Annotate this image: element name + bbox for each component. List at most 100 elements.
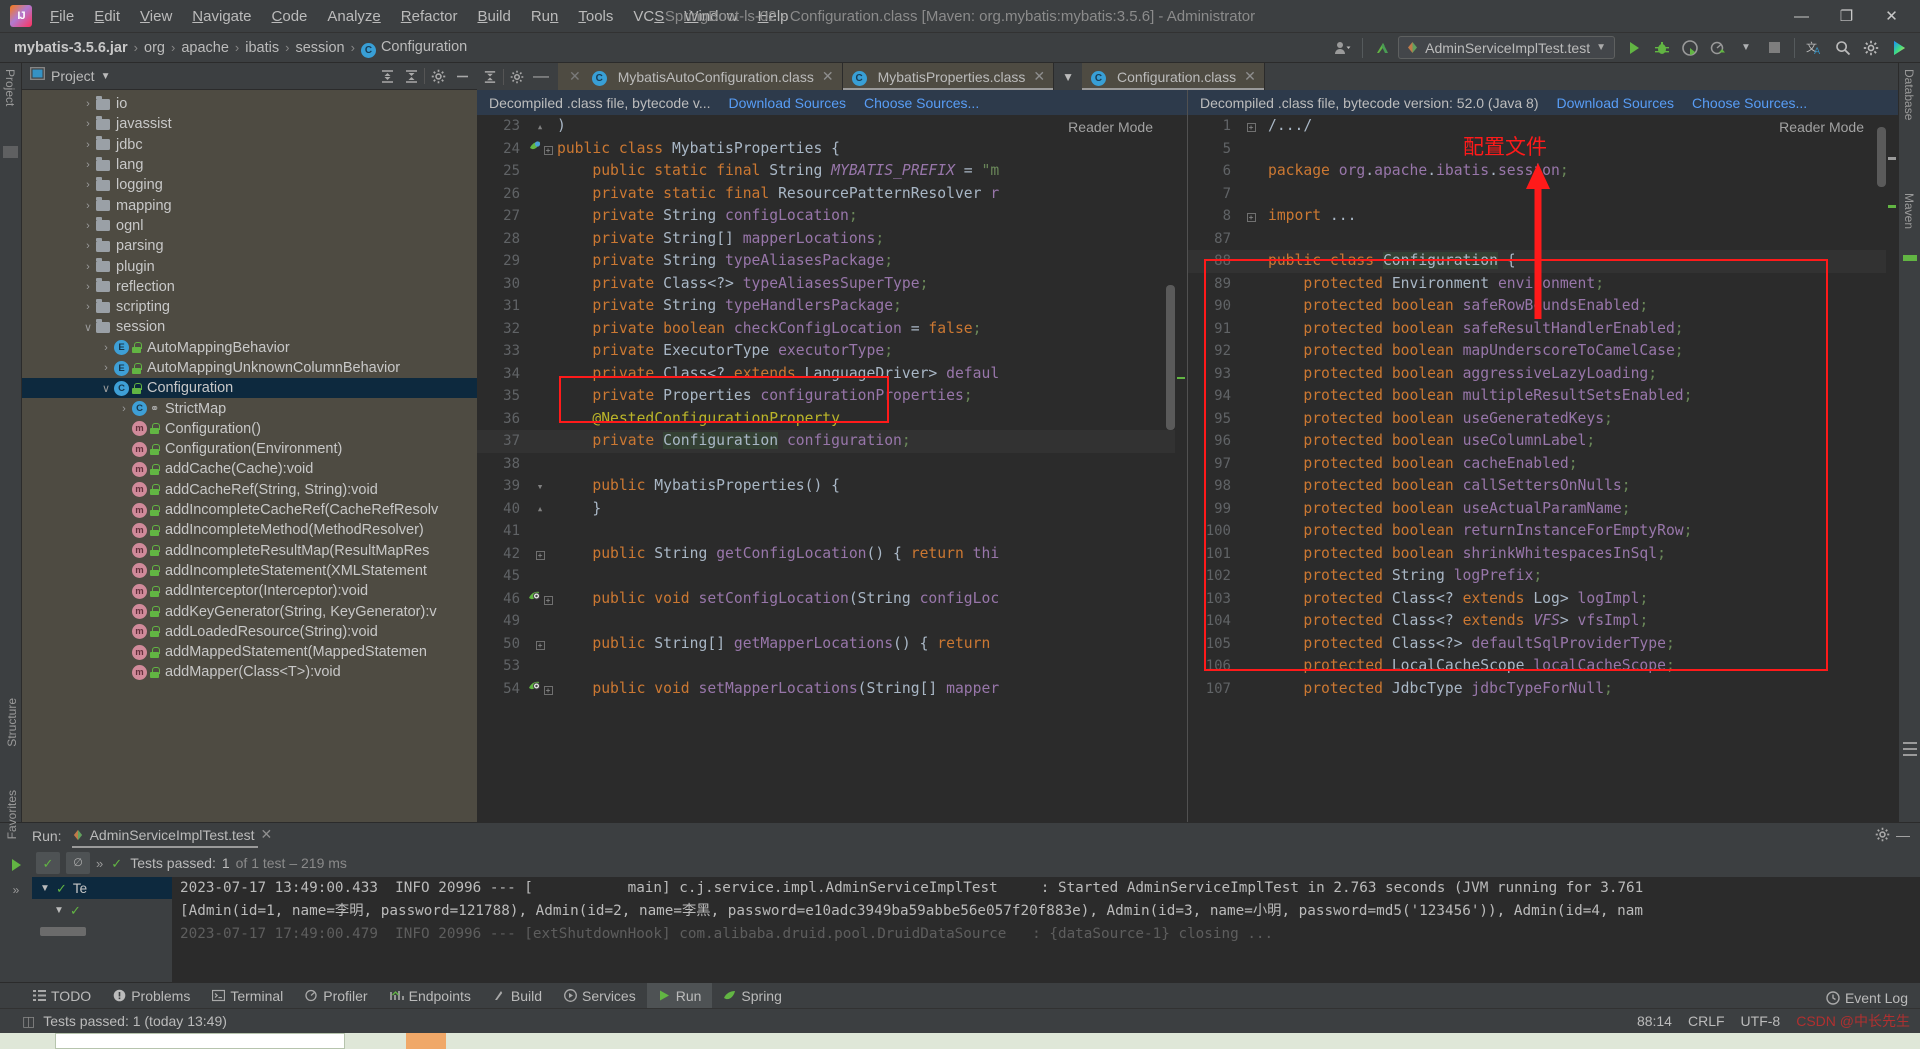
gutter-marker[interactable]: + <box>527 633 553 656</box>
menu-item-analyze[interactable]: Analyze <box>317 4 390 29</box>
scrollbar-left[interactable] <box>1166 115 1175 822</box>
gutter-marker[interactable]: + <box>1238 115 1264 138</box>
editor-tab-bar[interactable]: — ✕ C MybatisAutoConfiguration.class ✕ C… <box>477 63 1898 90</box>
code-line[interactable]: 41 <box>477 520 1187 543</box>
menu-item-run[interactable]: Run <box>521 4 569 29</box>
expand-arrow-icon[interactable]: › <box>80 159 96 171</box>
code-line[interactable]: 53 <box>477 655 1187 678</box>
ide-icon[interactable] <box>1886 36 1912 60</box>
breadcrumb-item-session[interactable]: session <box>291 38 348 58</box>
rail-project-label[interactable]: Project <box>3 69 17 106</box>
code-line[interactable]: 38 <box>477 453 1187 476</box>
code-line[interactable]: 35 private Properties configurationPrope… <box>477 385 1187 408</box>
code-line[interactable]: 54+ public void setMapperLocations(Strin… <box>477 678 1187 701</box>
code-line[interactable]: 26 private static final ResourcePatternR… <box>477 183 1187 206</box>
tree-row[interactable]: ›EAutoMappingBehavior <box>22 338 477 358</box>
close-icon[interactable]: ✕ <box>567 68 586 85</box>
tool-window-spring[interactable]: Spring <box>712 983 792 1008</box>
code-line[interactable]: 29 private String typeAliasesPackage; <box>477 250 1187 273</box>
gutter-marker[interactable]: ▾ <box>527 475 553 499</box>
code-line[interactable]: 49 <box>477 610 1187 633</box>
menu-item-help[interactable]: Help <box>748 4 799 29</box>
gutter-marker[interactable]: ▴ <box>527 115 553 138</box>
code-line[interactable]: 40▴ } <box>477 498 1187 521</box>
tree-row[interactable]: ›scripting <box>22 297 477 317</box>
code-line[interactable]: 100 protected boolean returnInstanceForE… <box>1188 520 1898 543</box>
close-icon[interactable]: ✕ <box>1244 68 1256 85</box>
expand-arrow-icon[interactable]: › <box>80 200 96 212</box>
code-line[interactable]: 89 protected Environment environment; <box>1188 273 1898 296</box>
menu-item-vcs[interactable]: VCS <box>623 4 674 29</box>
code-line[interactable]: 50+ public String[] getMapperLocations()… <box>477 633 1187 656</box>
expand-arrow-icon[interactable]: › <box>116 403 132 415</box>
code-line[interactable]: 37 private Configuration configuration; <box>477 430 1187 453</box>
gutter-marker[interactable]: + <box>527 678 553 701</box>
gutter-marker[interactable]: + <box>527 138 553 161</box>
tree-row[interactable]: ›io <box>22 94 477 114</box>
translate-icon[interactable]: 文A <box>1802 36 1828 60</box>
settings-icon[interactable] <box>1858 36 1884 60</box>
menu-item-window[interactable]: Window <box>674 4 747 29</box>
gear-icon[interactable] <box>427 65 449 87</box>
code-line[interactable]: 102 protected String logPrefix; <box>1188 565 1898 588</box>
editor-tab-mybatisautoconfiguration[interactable]: ✕ C MybatisAutoConfiguration.class ✕ <box>558 63 843 90</box>
choose-sources-link[interactable]: Choose Sources... <box>864 95 979 111</box>
test-tree-row[interactable]: ▼ ✓ <box>32 899 172 921</box>
reader-mode-label-left[interactable]: Reader Mode <box>1068 119 1153 135</box>
tree-row[interactable]: maddKeyGenerator(String, KeyGenerator):v <box>22 601 477 621</box>
code-line[interactable]: 7 <box>1188 183 1898 206</box>
gutter-marker[interactable]: + <box>527 543 553 566</box>
expand-arrow-icon[interactable]: › <box>80 301 96 313</box>
run-icon[interactable] <box>1621 36 1647 60</box>
caret-position[interactable]: 88:14 <box>1637 1013 1672 1029</box>
close-button[interactable]: ✕ <box>1869 0 1914 32</box>
maximize-button[interactable]: ❐ <box>1824 0 1869 32</box>
test-tree-row[interactable]: ▼ ✓ Te <box>32 877 172 899</box>
tree-row[interactable]: ›C⚭StrictMap <box>22 398 477 418</box>
code-line[interactable]: 36 @NestedConfigurationProperty <box>477 408 1187 431</box>
tree-row[interactable]: maddLoadedResource(String):void <box>22 622 477 642</box>
chevron-down-icon[interactable]: ▼ <box>1733 36 1759 60</box>
encoding[interactable]: UTF-8 <box>1741 1013 1781 1029</box>
download-sources-link[interactable]: Download Sources <box>1557 95 1675 111</box>
tree-row[interactable]: maddIncompleteResultMap(ResultMapRes <box>22 541 477 561</box>
profiler-icon[interactable] <box>1705 36 1731 60</box>
code-line[interactable]: 87 <box>1188 228 1898 251</box>
error-stripe-left[interactable] <box>1175 115 1187 822</box>
expand-arrow-icon[interactable]: › <box>80 118 96 130</box>
code-line[interactable]: 107 protected JdbcType jdbcTypeForNull; <box>1188 678 1898 701</box>
menu-item-tools[interactable]: Tools <box>568 4 623 29</box>
menu-item-code[interactable]: Code <box>262 4 318 29</box>
coverage-icon[interactable] <box>1677 36 1703 60</box>
tree-row[interactable]: maddCache(Cache):void <box>22 459 477 479</box>
code-line[interactable]: 103 protected Class<? extends Log> logIm… <box>1188 588 1898 611</box>
chevron-down-icon[interactable]: ▼ <box>101 71 111 82</box>
code-line[interactable]: 45 <box>477 565 1187 588</box>
tree-row[interactable]: maddIncompleteMethod(MethodResolver) <box>22 520 477 540</box>
tool-window-build[interactable]: Build <box>482 983 553 1008</box>
tree-row[interactable]: ›jdbc <box>22 135 477 155</box>
tool-window-run[interactable]: Run <box>647 983 713 1008</box>
mute-icon[interactable]: ∅ <box>66 852 90 874</box>
editor-tab-configuration[interactable]: C Configuration.class ✕ <box>1082 63 1265 90</box>
expand-arrow-icon[interactable]: › <box>98 362 114 374</box>
more-icon[interactable]: » <box>13 883 20 897</box>
editor-tab-mybatisproperties[interactable]: C MybatisProperties.class ✕ <box>843 63 1055 90</box>
code-line[interactable]: 101 protected boolean shrinkWhitespacesI… <box>1188 543 1898 566</box>
code-line[interactable]: 39▾ public MybatisProperties() { <box>477 475 1187 498</box>
tool-window-problems[interactable]: Problems <box>102 983 201 1008</box>
gear-icon[interactable] <box>1875 827 1890 845</box>
gutter-marker[interactable]: ▴ <box>527 497 553 521</box>
rerun-icon[interactable] <box>12 859 21 871</box>
show-passed-toggle[interactable]: ✓ <box>36 852 60 874</box>
rail-maven-label[interactable]: Maven <box>1902 193 1916 229</box>
debug-icon[interactable] <box>1649 36 1675 60</box>
tab-overflow-chevron-icon[interactable]: ▼ <box>1054 63 1082 90</box>
code-line[interactable]: 97 protected boolean cacheEnabled; <box>1188 453 1898 476</box>
code-line[interactable]: 94 protected boolean multipleResultSetsE… <box>1188 385 1898 408</box>
tree-row[interactable]: mConfiguration() <box>22 419 477 439</box>
hide-icon[interactable]: — <box>530 66 552 88</box>
close-icon[interactable]: ✕ <box>822 68 834 85</box>
choose-sources-link[interactable]: Choose Sources... <box>1692 95 1807 111</box>
code-line[interactable]: 93 protected boolean aggressiveLazyLoadi… <box>1188 363 1898 386</box>
